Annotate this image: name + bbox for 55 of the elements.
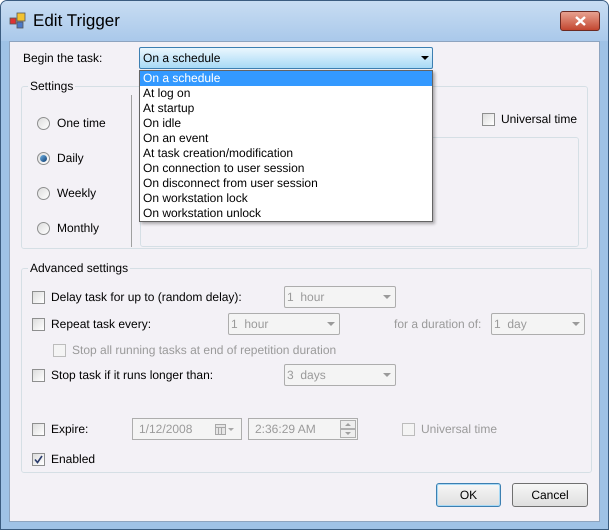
dropdown-value: 3 days bbox=[287, 367, 327, 384]
checkbox[interactable] bbox=[482, 112, 495, 126]
close-button[interactable] bbox=[560, 11, 600, 31]
calendar-icon bbox=[215, 424, 235, 434]
radio-button[interactable] bbox=[37, 152, 50, 164]
dropdown-value: 1 hour bbox=[231, 316, 270, 333]
dropdown-field[interactable]: On a schedule bbox=[139, 47, 433, 69]
checkbox-label: Stop all running tasks at end of repetition duration bbox=[72, 342, 336, 359]
caret-icon bbox=[383, 295, 391, 299]
caret-icon bbox=[572, 322, 580, 326]
dropdown-option[interactable]: On connection to user session bbox=[140, 161, 432, 176]
dropdown-option[interactable]: On workstation lock bbox=[140, 191, 432, 206]
field-label: for a duration of: bbox=[394, 316, 482, 333]
radio-button[interactable] bbox=[37, 116, 50, 130]
radio-button[interactable] bbox=[37, 222, 50, 234]
checkbox-label: Delay task for up to (random delay): bbox=[51, 289, 242, 306]
checkbox[interactable] bbox=[32, 290, 45, 304]
caret-icon bbox=[383, 373, 391, 377]
dropdown-option[interactable]: At task creation/modification bbox=[140, 146, 432, 161]
group-title: Advanced settings bbox=[29, 260, 130, 277]
checkbox-label: Universal time bbox=[500, 111, 577, 128]
dropdown-value: 1 hour bbox=[287, 289, 326, 306]
spinner-icon bbox=[340, 420, 356, 438]
dropdown-value: 1 day bbox=[494, 316, 528, 333]
radio-label: Daily bbox=[57, 150, 84, 167]
close-icon bbox=[574, 16, 586, 26]
radio-label: Weekly bbox=[57, 185, 96, 202]
dropdown-option[interactable]: On workstation unlock bbox=[140, 206, 432, 221]
window-title: Edit Trigger bbox=[33, 10, 120, 32]
dropdown-option[interactable]: On idle bbox=[140, 116, 432, 131]
checkbox[interactable] bbox=[32, 368, 45, 382]
caret-icon bbox=[421, 56, 429, 60]
dialog-button[interactable]: Cancel bbox=[512, 483, 588, 507]
checkbox-label: Repeat task every: bbox=[51, 316, 152, 333]
checkbox[interactable] bbox=[32, 452, 45, 466]
dialog-button[interactable]: OK bbox=[436, 483, 501, 507]
field-label: Begin the task: bbox=[22, 50, 104, 67]
dropdown-option[interactable]: At log on bbox=[140, 86, 432, 101]
checkbox-label: Expire: bbox=[51, 421, 88, 438]
time-value: 2:36:29 AM bbox=[255, 421, 317, 438]
group-title: Settings bbox=[29, 78, 74, 95]
radio-label: Monthly bbox=[57, 220, 100, 237]
dropdown-value: On a schedule bbox=[143, 50, 222, 67]
app-icon bbox=[9, 12, 27, 30]
caret-icon bbox=[327, 322, 335, 326]
checkbox-label: Enabled bbox=[51, 451, 96, 468]
checkbox[interactable] bbox=[32, 318, 45, 330]
dropdown-option[interactable]: On an event bbox=[140, 131, 432, 146]
date-value: 1/12/2008 bbox=[139, 421, 194, 438]
radio-label: One time bbox=[57, 115, 106, 132]
dropdown-option[interactable]: On disconnect from user session bbox=[140, 176, 432, 191]
checkbox-label: Universal time bbox=[421, 421, 498, 438]
dropdown-option[interactable]: At startup bbox=[140, 101, 432, 116]
checkbox-label: Stop task if it runs longer than: bbox=[51, 367, 214, 384]
radio-button[interactable] bbox=[37, 186, 50, 200]
